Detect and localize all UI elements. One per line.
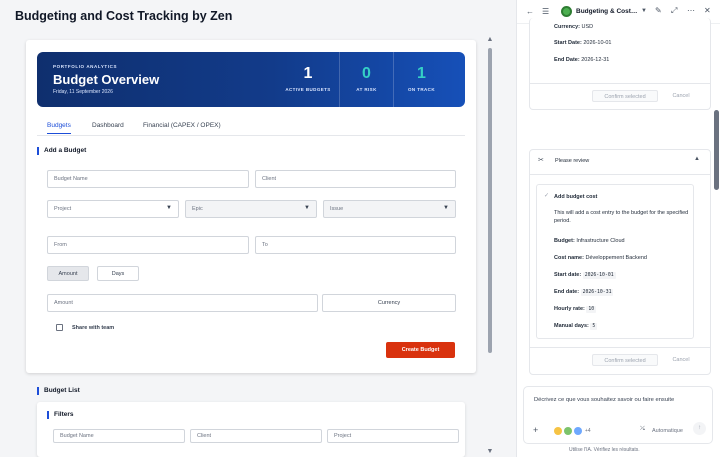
action-details: ✓ Add budget cost This will add a cost e…	[536, 184, 694, 339]
action-title: Add budget cost	[554, 194, 598, 200]
tools-icon: ✂	[538, 157, 544, 164]
issue-select[interactable]: Issue ▼	[323, 200, 456, 218]
stat-value: 0	[362, 65, 371, 82]
app-root: Budgeting and Cost Tracking by Zen ▲ ▼ P…	[0, 0, 720, 457]
assistant-logo	[561, 6, 572, 17]
stat-value: 1	[417, 65, 426, 82]
chevron-down-icon[interactable]: ▼	[641, 8, 647, 14]
filters-heading: Filters	[47, 411, 74, 419]
from-date-input[interactable]: From	[47, 236, 249, 254]
chevron-down-icon: ▼	[443, 205, 449, 211]
client-input[interactable]: Client	[255, 170, 456, 188]
create-budget-button[interactable]: Create Budget	[386, 342, 455, 358]
budget-overview-banner: PORTFOLIO ANALYTICS Budget Overview Frid…	[37, 52, 465, 107]
mode-days-toggle[interactable]: Days	[97, 266, 139, 281]
action-description: This will add a cost entry to the budget…	[554, 210, 689, 224]
ai-disclaimer: Utilise l'IA. Vérifiez les résultats.	[569, 447, 640, 453]
filter-client-input[interactable]: Client	[190, 429, 322, 443]
tab-financial[interactable]: Financial (CAPEX / OPEX)	[143, 122, 221, 129]
mode-selector[interactable]: Automatique	[652, 428, 683, 434]
divider	[530, 83, 710, 84]
to-date-input[interactable]: To	[255, 236, 456, 254]
main-tabs: Budgets Dashboard Financial (CAPEX / OPE…	[37, 120, 465, 136]
menu-icon[interactable]: ☰	[542, 7, 549, 16]
message-composer[interactable]: Décrivez ce que vous souhaitez savoir ou…	[523, 386, 713, 444]
banner-kicker: PORTFOLIO ANALYTICS	[53, 64, 118, 69]
share-with-team-checkbox[interactable]	[56, 324, 63, 331]
app-icon-green	[564, 427, 572, 435]
add-budget-heading: Add a Budget	[37, 147, 86, 155]
banner-date: Friday, 11 September 2026	[53, 89, 113, 95]
filter-budget-name-input[interactable]: Budget Name	[53, 429, 185, 443]
tab-budgets[interactable]: Budgets	[47, 122, 71, 134]
page-title: Budgeting and Cost Tracking by Zen	[15, 9, 233, 23]
back-arrow-icon[interactable]: ←	[526, 7, 534, 16]
plus-icon[interactable]: +	[533, 425, 538, 435]
scroll-up-arrow-icon[interactable]: ▲	[486, 36, 494, 43]
close-icon[interactable]: ✕	[704, 6, 711, 15]
divider	[530, 347, 710, 348]
stat-on-track: 1 ON TRACK	[393, 52, 449, 107]
start-date-line: Start Date: 2026-10-01	[554, 40, 612, 46]
main-pane: Budgeting and Cost Tracking by Zen ▲ ▼ P…	[0, 0, 498, 457]
banner-title: Budget Overview	[53, 72, 160, 87]
app-icon-yellow	[554, 427, 562, 435]
assistant-title[interactable]: Budgeting & Cost…	[576, 8, 637, 15]
chevron-up-icon[interactable]: ▲	[694, 156, 700, 162]
expand-icon[interactable]: ⤢	[671, 6, 677, 16]
start-date-line: Start date: 2026-10-01	[554, 272, 616, 279]
stat-active-budgets: 1 ACTIVE BUDGETS	[277, 52, 339, 107]
cost-name-line: Cost name: Développement Backend	[554, 255, 647, 261]
edit-icon[interactable]: ✎	[655, 6, 662, 15]
currency-select[interactable]: Currency	[322, 294, 456, 312]
main-scrollbar[interactable]: ▲ ▼	[486, 36, 494, 457]
more-options-icon[interactable]: ⋯	[687, 6, 695, 15]
budget-list-heading: Budget List	[37, 387, 80, 395]
project-select-label: Project	[54, 206, 72, 212]
share-with-team-label: Share with team	[72, 325, 115, 331]
app-icon-blue	[574, 427, 582, 435]
assistant-scrollbar-thumb[interactable]	[714, 110, 719, 190]
budget-line: Budget: Infrastructure Cloud	[554, 238, 625, 244]
please-review-card: ✂ Please review ▲ ✓ Add budget cost This…	[529, 149, 711, 375]
send-button[interactable]: ↑	[693, 422, 706, 435]
manual-days-line: Manual days: 5	[554, 323, 598, 330]
chevron-down-icon: ▼	[166, 205, 172, 211]
epic-select[interactable]: Epic ▼	[185, 200, 317, 218]
project-select[interactable]: Project ▼	[47, 200, 179, 218]
filter-project-input[interactable]: Project	[327, 429, 459, 443]
hourly-rate-line: Hourly rate: 10	[554, 306, 597, 313]
cancel-button-disabled[interactable]: Cancel	[666, 90, 696, 102]
tab-dashboard[interactable]: Dashboard	[92, 122, 124, 129]
end-date-line: End Date: 2026-12-31	[554, 57, 610, 63]
confirm-selected-button-disabled[interactable]: Confirm selected	[592, 90, 658, 102]
budget-list-card: Filters Budget Name Client Project	[37, 402, 465, 457]
review-header: Please review	[555, 158, 590, 164]
previous-review-card: Currency: USD Start Date: 2026-10-01 End…	[529, 18, 711, 110]
chevron-down-icon: ▼	[304, 205, 310, 211]
extra-apps-count[interactable]: +4	[585, 428, 591, 434]
auto-mode-icon: ⤯	[640, 426, 645, 432]
main-scrollbar-thumb[interactable]	[488, 48, 492, 353]
stat-label: ACTIVE BUDGETS	[285, 87, 331, 92]
cancel-button[interactable]: Cancel	[666, 354, 696, 366]
message-input[interactable]: Décrivez ce que vous souhaitez savoir ou…	[534, 397, 674, 403]
stat-at-risk: 0 AT RISK	[339, 52, 393, 107]
divider	[530, 174, 710, 175]
amount-input[interactable]: Amount	[47, 294, 318, 312]
assistant-pane: ← ☰ Budgeting & Cost… ▼ ✎ ⤢ ⋯ ✕ Currency…	[516, 0, 720, 457]
stat-value: 1	[303, 65, 313, 82]
stat-label: ON TRACK	[408, 87, 435, 92]
stat-label: AT RISK	[356, 87, 377, 92]
budget-card: PORTFOLIO ANALYTICS Budget Overview Frid…	[26, 40, 476, 373]
issue-select-label: Issue	[330, 206, 344, 212]
check-icon[interactable]: ✓	[544, 192, 549, 199]
end-date-line: End date: 2026-10-31	[554, 289, 614, 296]
confirm-selected-button[interactable]: Confirm selected	[592, 354, 658, 366]
currency-line: Currency: USD	[554, 24, 594, 30]
budget-name-input[interactable]: Budget Name	[47, 170, 249, 188]
scroll-down-arrow-icon[interactable]: ▼	[486, 448, 494, 455]
mode-amount-toggle[interactable]: Amount	[47, 266, 89, 281]
epic-select-label: Epic	[192, 206, 203, 212]
